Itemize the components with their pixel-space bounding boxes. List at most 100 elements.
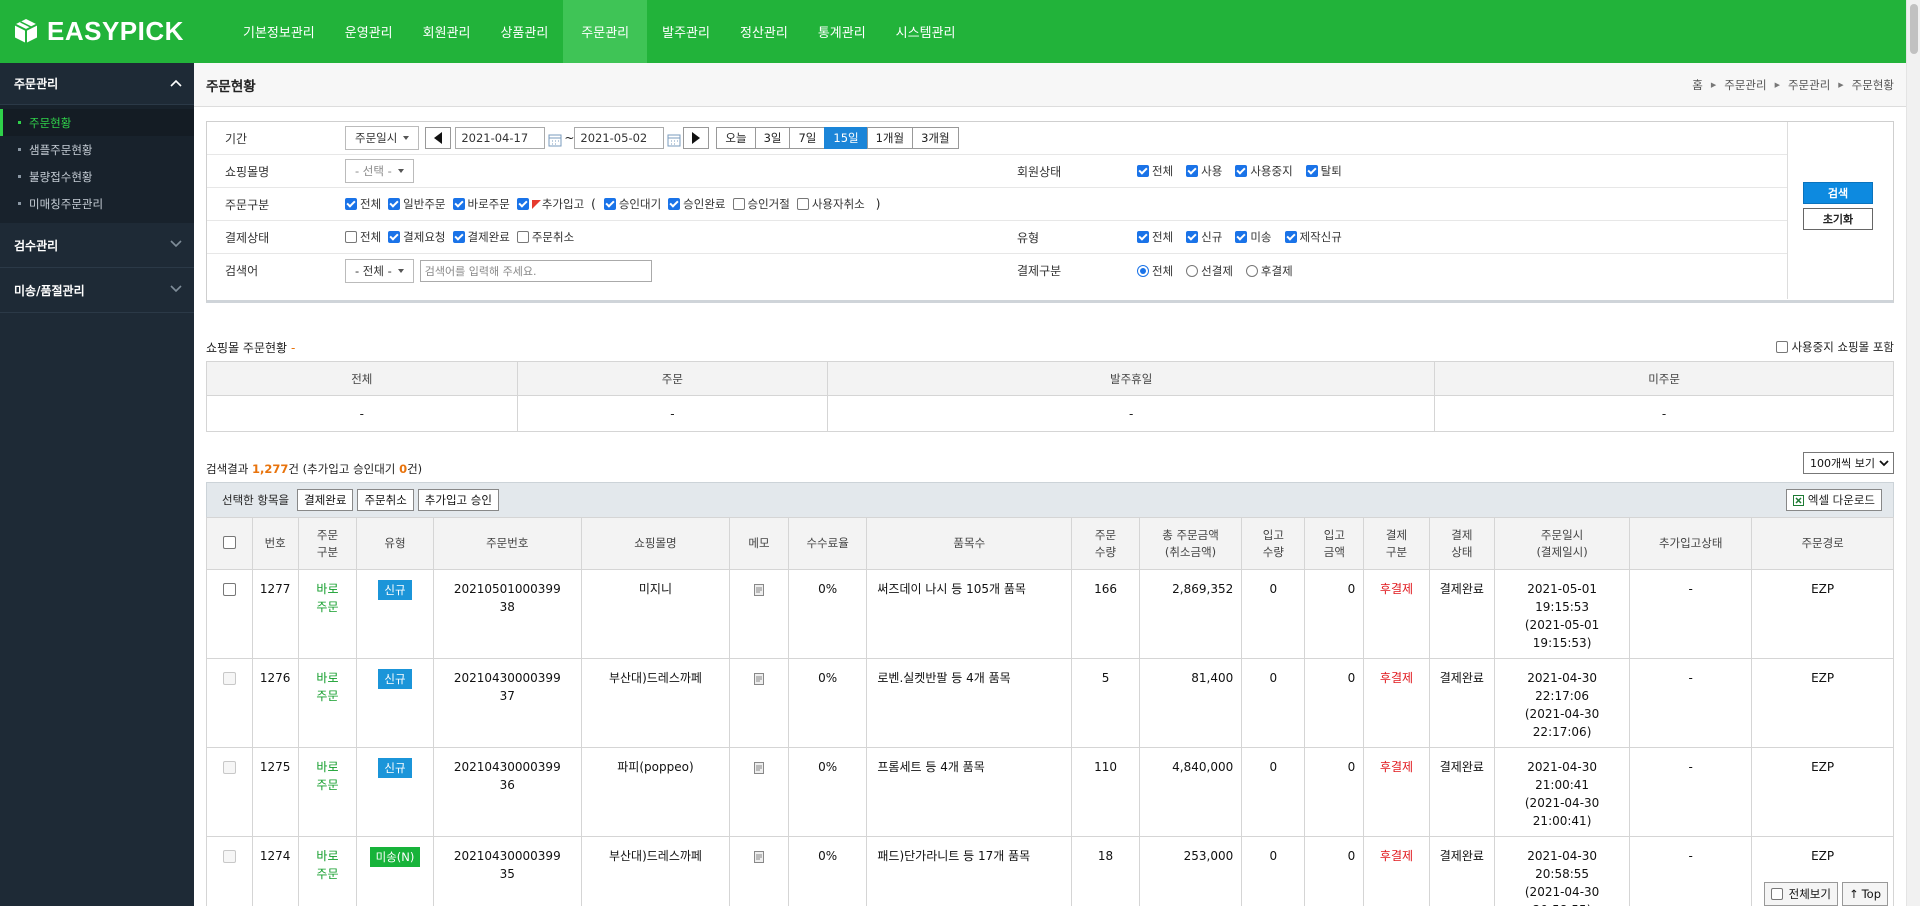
date-to-input[interactable]: 2021-05-02 [574, 127, 665, 149]
bulk-action-button-1[interactable]: 주문취소 [357, 489, 414, 511]
gnb-item-4[interactable]: 주문관리 [563, 0, 648, 63]
breadcrumb-item[interactable]: 주문관리 [1724, 77, 1766, 93]
checkbox[interactable] [668, 198, 681, 210]
pay-kind-option-1[interactable]: 선결제 [1186, 263, 1233, 279]
search-button[interactable]: 검색 [1803, 182, 1873, 204]
checkbox[interactable] [796, 198, 809, 210]
gnb-item-7[interactable]: 통계관리 [803, 0, 881, 63]
checkbox[interactable] [1137, 165, 1149, 177]
mall-select[interactable]: - 선택 - [345, 159, 414, 183]
gnb-item-6[interactable]: 정산관리 [725, 0, 803, 63]
kind-option-1[interactable]: 신규 [1186, 229, 1222, 245]
approval-option-0[interactable]: 승인대기 [603, 196, 661, 212]
select-all-checkbox[interactable] [222, 536, 236, 549]
gnb-item-5[interactable]: 발주관리 [647, 0, 725, 63]
checkbox[interactable] [452, 198, 465, 210]
sidebar-item-1[interactable]: 샘플주문현황 [0, 136, 194, 163]
vertical-scrollbar[interactable] [1906, 0, 1920, 906]
per-page-select[interactable]: 100개씩 보기 [1803, 452, 1894, 474]
pay-kind-option-0[interactable]: 전체 [1137, 263, 1173, 279]
keyword-input[interactable]: 검색어를 입력해 주세요. [419, 259, 652, 282]
checkbox[interactable] [1305, 165, 1318, 177]
radio[interactable] [1137, 264, 1149, 277]
period-button-3[interactable]: 15일 [824, 127, 868, 149]
cell-order-no[interactable]: 20210430000399 37 [432, 658, 582, 748]
pay-status-option-0[interactable]: 전체 [345, 229, 381, 245]
checkbox[interactable] [388, 198, 401, 210]
calendar-icon[interactable] [667, 133, 681, 147]
gnb-item-1[interactable]: 운영관리 [330, 0, 408, 63]
period-button-0[interactable]: 오늘 [716, 127, 756, 149]
bulk-action-button-2[interactable]: 추가입고 승인 [417, 489, 499, 511]
reset-button[interactable]: 초기화 [1803, 208, 1873, 230]
pay-kind-option-2[interactable]: 후결제 [1245, 263, 1293, 279]
sidebar-item-2[interactable]: 불량접수현황 [0, 163, 194, 190]
approval-option-3[interactable]: 사용자취소 [796, 196, 865, 212]
calendar-icon[interactable] [548, 133, 562, 147]
table-row[interactable]: 1275 바로 주문 신규 20210430000399 36 파피(poppeo) 0% 프롬… [206, 747, 1894, 837]
memo-icon[interactable] [753, 584, 764, 596]
table-row[interactable]: 1277 바로 주문 신규 20210501000399 38 미지니 0% 써즈데이 나시 등… [206, 569, 1894, 659]
kind-option-0[interactable]: 전체 [1137, 229, 1173, 245]
next-period-button[interactable] [683, 127, 710, 149]
period-button-4[interactable]: 1개월 [866, 127, 914, 149]
memo-icon[interactable] [753, 762, 764, 774]
checkbox[interactable] [1284, 231, 1297, 243]
cell-order-no[interactable]: 20210501000399 38 [432, 569, 582, 659]
sidebar-item-3[interactable]: 미매칭주문관리 [0, 190, 194, 217]
memo-icon[interactable] [753, 673, 764, 685]
excel-download-button[interactable]: 엑셀 다운로드 [1785, 489, 1882, 511]
order-type-option-1[interactable]: 일반주문 [388, 196, 446, 212]
checkbox[interactable] [452, 231, 465, 243]
sidebar-group-backorder[interactable]: 미송/품절관리 [0, 268, 194, 313]
order-type-option-2[interactable]: 바로주문 [452, 196, 510, 212]
cell-order-no[interactable]: 20210430000399 35 [432, 836, 582, 906]
member-status-option-3[interactable]: 탈퇴 [1305, 163, 1342, 179]
memo-icon[interactable] [753, 851, 764, 863]
checkbox[interactable] [345, 198, 357, 210]
breadcrumb-item[interactable]: 주문관리 [1788, 77, 1830, 93]
member-status-option-2[interactable]: 사용중지 [1235, 163, 1293, 179]
table-row[interactable]: 1276 바로 주문 신규 20210430000399 37 부산대)드레스까페 0% 로벤.… [206, 658, 1894, 748]
date-from-input[interactable]: 2021-04-17 [455, 127, 546, 149]
include-suspended-option[interactable]: 사용중지 쇼핑몰 포함 [1776, 339, 1894, 355]
period-type-select[interactable]: 주문일시 [345, 126, 420, 150]
kind-option-2[interactable]: 미송 [1235, 229, 1272, 245]
checkbox[interactable] [516, 231, 529, 243]
radio[interactable] [1186, 264, 1199, 277]
cell-order-no[interactable]: 20210430000399 36 [432, 747, 582, 837]
prev-period-button[interactable] [425, 127, 452, 149]
view-all-button[interactable]: 전체보기 [1763, 882, 1838, 906]
checkbox[interactable] [1235, 231, 1248, 243]
order-type-option-0[interactable]: 전체 [345, 196, 381, 212]
period-button-1[interactable]: 3일 [754, 127, 791, 149]
gnb-item-0[interactable]: 기본정보관리 [228, 0, 330, 63]
pay-status-option-1[interactable]: 결제요청 [388, 229, 446, 245]
checkbox[interactable] [388, 231, 401, 243]
checkbox[interactable] [732, 198, 745, 210]
checkbox[interactable] [1235, 165, 1248, 177]
gnb-item-2[interactable]: 회원관리 [408, 0, 486, 63]
top-button[interactable]: ↑ Top [1841, 882, 1888, 906]
checkbox[interactable] [1186, 231, 1199, 243]
approval-option-2[interactable]: 승인거절 [732, 196, 790, 212]
checkbox[interactable] [1770, 888, 1783, 900]
gnb-item-3[interactable]: 상품관리 [485, 0, 563, 63]
checkbox[interactable] [603, 198, 616, 210]
checkbox[interactable] [516, 198, 529, 210]
kind-option-3[interactable]: 제작신규 [1284, 229, 1342, 245]
approval-option-1[interactable]: 승인완료 [668, 196, 726, 212]
period-button-2[interactable]: 7일 [789, 127, 826, 149]
row-checkbox[interactable] [222, 583, 236, 596]
checkbox[interactable] [1776, 341, 1789, 353]
member-status-option-1[interactable]: 사용 [1186, 163, 1222, 179]
keyword-field-select[interactable]: - 전체 - [345, 258, 414, 283]
pay-status-option-3[interactable]: 주문취소 [516, 229, 574, 245]
checkbox[interactable] [345, 231, 357, 243]
checkbox[interactable] [1137, 231, 1149, 243]
table-row[interactable]: 1274 바로 주문 미송(N) 20210430000399 35 부산대)드레스까페 0%… [206, 836, 1894, 906]
logo[interactable]: EASYPICK [14, 14, 184, 48]
period-button-5[interactable]: 3개월 [912, 127, 959, 149]
radio[interactable] [1245, 264, 1258, 277]
member-status-option-0[interactable]: 전체 [1137, 163, 1173, 179]
